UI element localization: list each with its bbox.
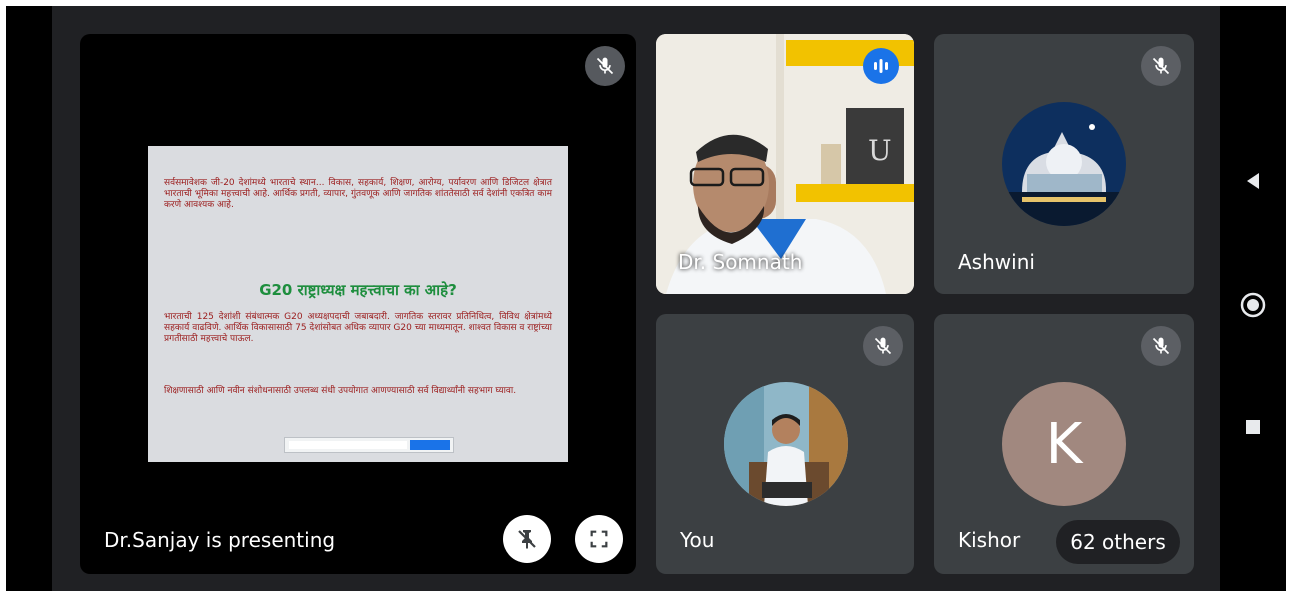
system-nav-bar	[1220, 6, 1286, 591]
participant-name: Kishor	[958, 528, 1021, 552]
triangle-back-icon	[1247, 173, 1259, 189]
nav-home-button[interactable]	[1238, 290, 1268, 320]
left-edge	[6, 6, 52, 591]
presentation-tile[interactable]: सर्वसमावेशक जी-20 देशांमध्ये भारताचे स्थ…	[80, 34, 636, 574]
fullscreen-button[interactable]	[575, 515, 623, 563]
unpin-icon	[518, 530, 536, 549]
mic-off-icon	[585, 46, 625, 86]
shared-slide: सर्वसमावेशक जी-20 देशांमध्ये भारताचे स्थ…	[148, 146, 568, 462]
slide-bar-button	[410, 440, 450, 450]
presenter-label: Dr.Sanjay is presenting	[104, 528, 336, 552]
slide-paragraph-1: सर्वसमावेशक जी-20 देशांमध्ये भारताचे स्थ…	[164, 178, 552, 210]
slide-browser-bar	[284, 437, 454, 453]
unpin-button[interactable]	[503, 515, 551, 563]
avatar-letter: K	[1045, 411, 1083, 477]
nav-recents-button[interactable]	[1238, 412, 1268, 442]
svg-text:U: U	[868, 134, 892, 167]
slide-paragraph-3: शिक्षणासाठी आणि नवीन संशोधनासाठी उपलब्ध …	[164, 386, 517, 396]
fullscreen-icon	[590, 530, 608, 548]
participant-tile-somnath[interactable]: U Dr. Somnath	[656, 34, 914, 294]
slide-heading: G20 राष्ट्राध्यक्ष महत्त्वाचा का आहे?	[259, 281, 457, 299]
mic-off-icon	[863, 326, 903, 366]
participant-tile-ashwini[interactable]: Ashwini	[934, 34, 1194, 294]
circle-home-icon	[1240, 292, 1266, 318]
others-button[interactable]: 62 others	[1056, 520, 1180, 564]
participant-name: Dr. Somnath	[678, 250, 803, 274]
square-recents-icon	[1246, 420, 1260, 434]
participant-name: You	[680, 528, 715, 552]
participant-name: Ashwini	[958, 250, 1035, 274]
slide-bar-input	[289, 441, 407, 449]
nav-back-button[interactable]	[1238, 166, 1268, 196]
mic-off-icon	[1141, 46, 1181, 86]
avatar	[1002, 102, 1126, 226]
mic-off-icon	[1141, 326, 1181, 366]
slide-paragraph-2: भारताची 125 देशांशी संबंधात्मक G20 अध्यक…	[164, 312, 552, 344]
participant-tile-you[interactable]: You	[656, 314, 914, 574]
avatar-initial: K	[1002, 382, 1126, 506]
participant-tile-kishor[interactable]: K Kishor 62 others	[934, 314, 1194, 574]
audio-level-icon	[863, 48, 899, 84]
avatar	[724, 382, 848, 506]
